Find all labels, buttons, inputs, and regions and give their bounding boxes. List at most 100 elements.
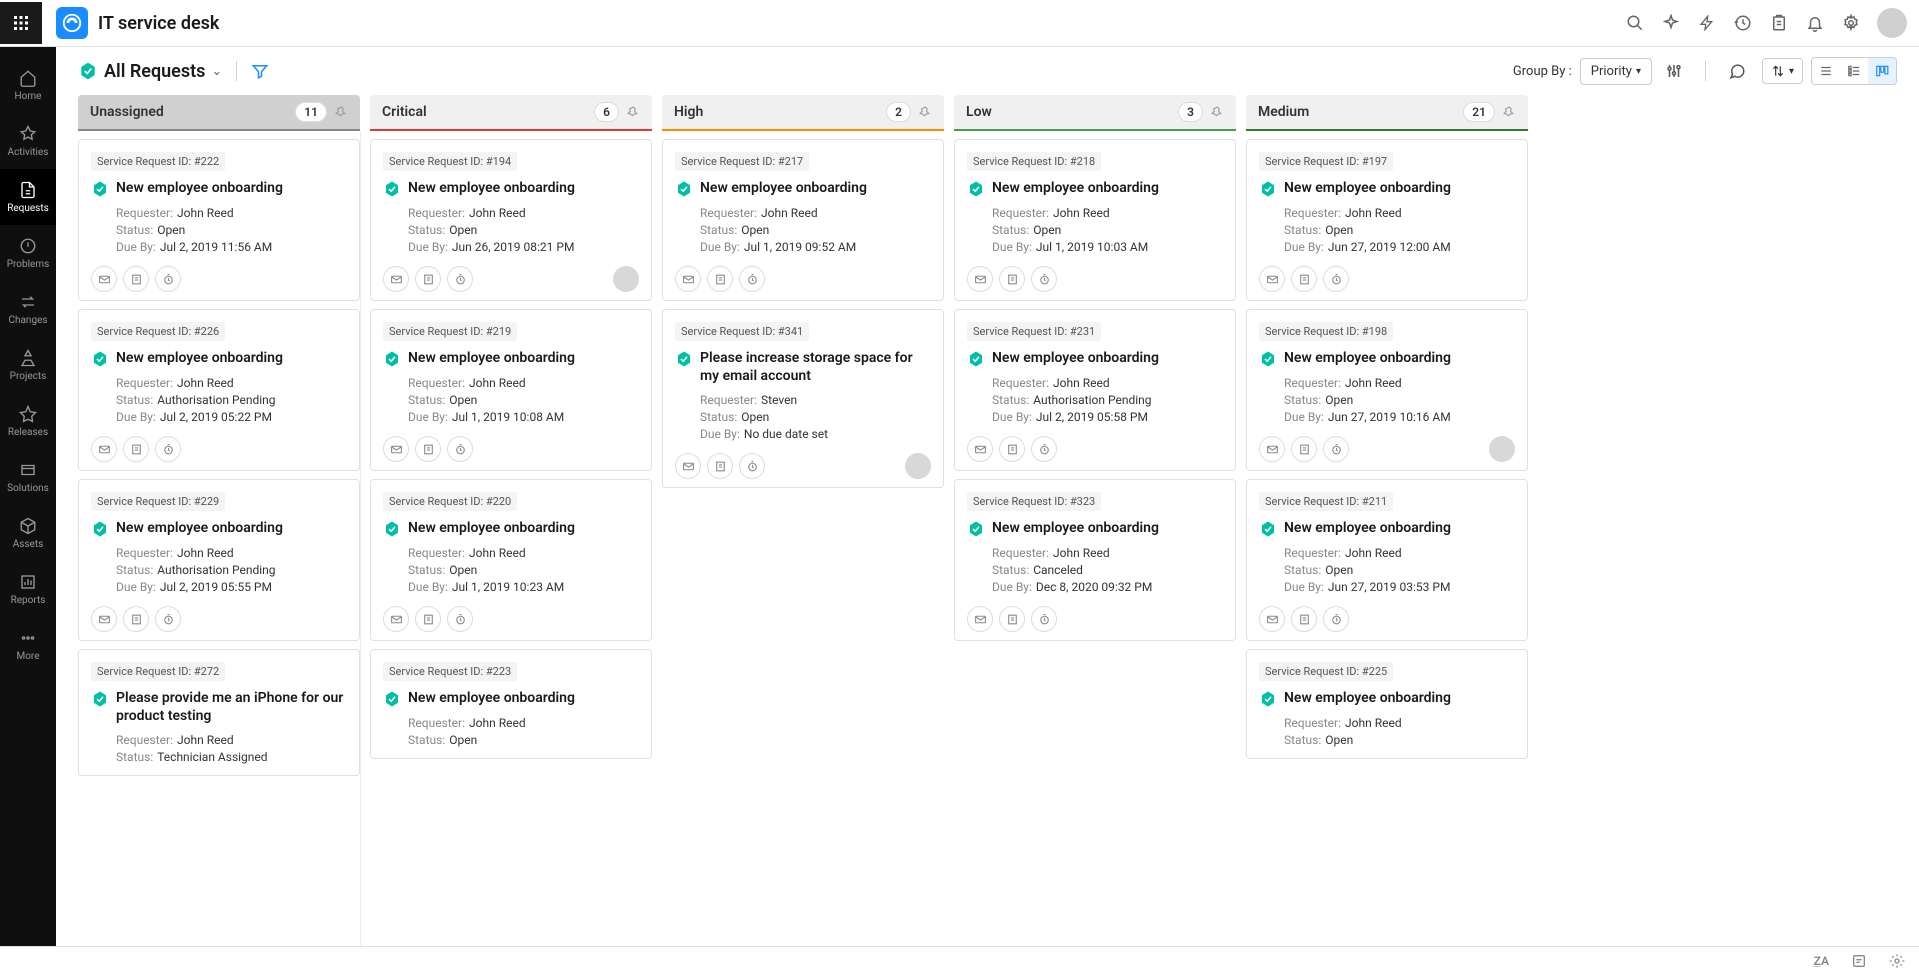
note-icon[interactable]: [707, 453, 733, 479]
assignee-avatar[interactable]: [613, 266, 639, 292]
sidebar-item-more[interactable]: More: [0, 617, 56, 673]
request-card[interactable]: Service Request ID: #341 Please increase…: [662, 309, 944, 488]
request-card[interactable]: Service Request ID: #231 New employee on…: [954, 309, 1236, 471]
sidebar-item-changes[interactable]: Changes: [0, 281, 56, 337]
request-card[interactable]: Service Request ID: #220 New employee on…: [370, 479, 652, 641]
timer-icon[interactable]: [447, 606, 473, 632]
assignee-avatar[interactable]: [905, 453, 931, 479]
note-icon[interactable]: [415, 606, 441, 632]
mail-icon[interactable]: [91, 266, 117, 292]
pin-icon[interactable]: [627, 106, 640, 119]
za-icon[interactable]: Z̲A: [1808, 952, 1835, 970]
mail-icon[interactable]: [675, 266, 701, 292]
sidebar-item-problems[interactable]: Problems: [0, 225, 56, 281]
history-icon[interactable]: [1729, 9, 1757, 37]
timer-icon[interactable]: [739, 266, 765, 292]
sidebar-item-assets[interactable]: Assets: [0, 505, 56, 561]
sidebar-item-activities[interactable]: Activities: [0, 113, 56, 169]
timer-icon[interactable]: [447, 266, 473, 292]
view-selector[interactable]: All Requests ⌄: [78, 61, 222, 82]
clipboard-icon[interactable]: [1765, 9, 1793, 37]
mail-icon[interactable]: [383, 606, 409, 632]
note-icon[interactable]: [123, 266, 149, 292]
note-icon[interactable]: [1291, 606, 1317, 632]
note-icon[interactable]: [707, 266, 733, 292]
sidebar-item-requests[interactable]: Requests: [0, 169, 56, 225]
timer-icon[interactable]: [1031, 606, 1057, 632]
user-avatar[interactable]: [1877, 8, 1907, 38]
timer-icon[interactable]: [739, 453, 765, 479]
mail-icon[interactable]: [1259, 606, 1285, 632]
lightning-icon[interactable]: [1693, 9, 1721, 37]
pin-icon[interactable]: [1211, 106, 1224, 119]
request-card[interactable]: Service Request ID: #223 New employee on…: [370, 649, 652, 759]
timer-icon[interactable]: [1323, 606, 1349, 632]
sparkle-icon[interactable]: [1657, 9, 1685, 37]
note-icon[interactable]: [1845, 951, 1873, 971]
request-card[interactable]: Service Request ID: #225 New employee on…: [1246, 649, 1528, 759]
timer-icon[interactable]: [155, 606, 181, 632]
sidebar-item-solutions[interactable]: Solutions: [0, 449, 56, 505]
request-card[interactable]: Service Request ID: #219 New employee on…: [370, 309, 652, 471]
sliders-icon[interactable]: [1660, 57, 1688, 85]
timer-icon[interactable]: [155, 436, 181, 462]
pin-icon[interactable]: [1503, 106, 1516, 119]
sidebar-item-reports[interactable]: Reports: [0, 561, 56, 617]
search-icon[interactable]: [1621, 9, 1649, 37]
note-icon[interactable]: [123, 606, 149, 632]
note-icon[interactable]: [415, 436, 441, 462]
mail-icon[interactable]: [1259, 266, 1285, 292]
note-icon[interactable]: [999, 436, 1025, 462]
filter-icon[interactable]: [251, 62, 269, 80]
request-card[interactable]: Service Request ID: #211 New employee on…: [1246, 479, 1528, 641]
mail-icon[interactable]: [91, 436, 117, 462]
request-card[interactable]: Service Request ID: #323 New employee on…: [954, 479, 1236, 641]
request-card[interactable]: Service Request ID: #218 New employee on…: [954, 139, 1236, 301]
apps-menu-icon[interactable]: [0, 2, 42, 44]
mail-icon[interactable]: [383, 266, 409, 292]
mail-icon[interactable]: [967, 606, 993, 632]
request-card[interactable]: Service Request ID: #222 New employee on…: [78, 139, 360, 301]
sort-select[interactable]: ▾: [1762, 58, 1803, 84]
timer-icon[interactable]: [1031, 266, 1057, 292]
mail-icon[interactable]: [1259, 436, 1285, 462]
note-icon[interactable]: [999, 266, 1025, 292]
request-card[interactable]: Service Request ID: #217 New employee on…: [662, 139, 944, 301]
group-by-select[interactable]: Priority ▾: [1580, 58, 1652, 85]
request-card[interactable]: Service Request ID: #229 New employee on…: [78, 479, 360, 641]
detail-view-button[interactable]: [1840, 58, 1868, 84]
kanban-view-button[interactable]: [1868, 58, 1896, 84]
note-icon[interactable]: [1291, 266, 1317, 292]
timer-icon[interactable]: [1031, 436, 1057, 462]
bell-icon[interactable]: [1801, 9, 1829, 37]
sidebar-item-releases[interactable]: Releases: [0, 393, 56, 449]
note-icon[interactable]: [1291, 436, 1317, 462]
settings-small-icon[interactable]: [1883, 951, 1911, 971]
chat-icon[interactable]: [1723, 57, 1751, 85]
note-icon[interactable]: [123, 436, 149, 462]
list-view-button[interactable]: [1812, 58, 1840, 84]
assignee-avatar[interactable]: [1489, 436, 1515, 462]
mail-icon[interactable]: [91, 606, 117, 632]
timer-icon[interactable]: [155, 266, 181, 292]
mail-icon[interactable]: [967, 266, 993, 292]
mail-icon[interactable]: [383, 436, 409, 462]
pin-icon[interactable]: [335, 106, 348, 119]
request-card[interactable]: Service Request ID: #194 New employee on…: [370, 139, 652, 301]
sidebar-item-home[interactable]: Home: [0, 57, 56, 113]
request-card[interactable]: Service Request ID: #197 New employee on…: [1246, 139, 1528, 301]
note-icon[interactable]: [415, 266, 441, 292]
gear-icon[interactable]: [1837, 9, 1865, 37]
request-card[interactable]: Service Request ID: #226 New employee on…: [78, 309, 360, 471]
mail-icon[interactable]: [967, 436, 993, 462]
timer-icon[interactable]: [447, 436, 473, 462]
pin-icon[interactable]: [919, 106, 932, 119]
mail-icon[interactable]: [675, 453, 701, 479]
timer-icon[interactable]: [1323, 266, 1349, 292]
request-card[interactable]: Service Request ID: #198 New employee on…: [1246, 309, 1528, 471]
timer-icon[interactable]: [1323, 436, 1349, 462]
sidebar-item-projects[interactable]: Projects: [0, 337, 56, 393]
request-card[interactable]: Service Request ID: #272 Please provide …: [78, 649, 360, 776]
note-icon[interactable]: [999, 606, 1025, 632]
status-value: Open: [741, 410, 769, 424]
